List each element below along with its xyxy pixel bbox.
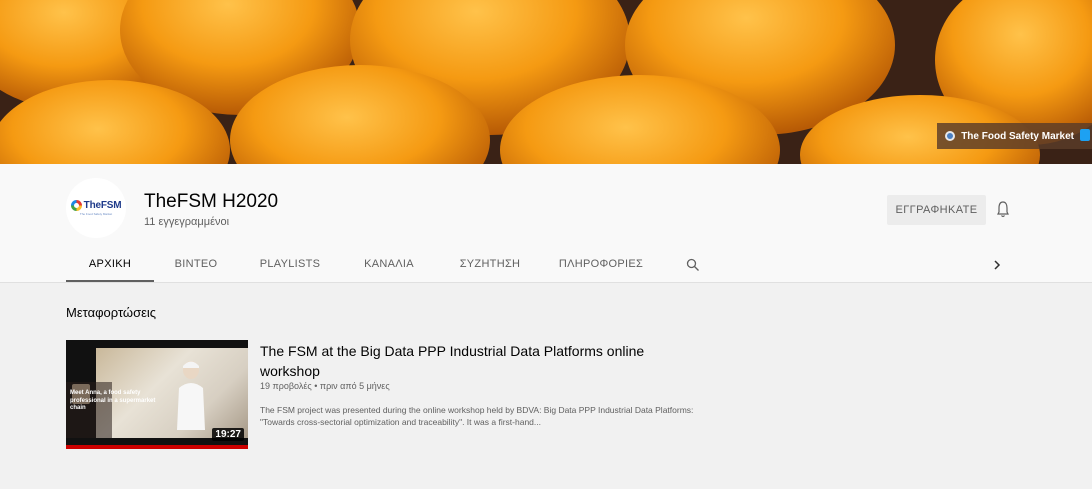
avatar-logo-subtext: The Food Safety Market <box>79 212 113 216</box>
channel-name: TheFSM H2020 <box>144 191 279 212</box>
tab-home[interactable]: ΑΡΧΙΚΗ <box>66 250 154 282</box>
video-thumbnail[interactable]: Meet Anna, a food safety professional in… <box>66 340 248 449</box>
tab-label: ΠΛΗΡΟΦΟΡΙΕΣ <box>558 258 644 270</box>
header-divider <box>0 282 1092 283</box>
tab-label: ΑΡΧΙΚΗ <box>88 258 132 270</box>
thumbnail-caption: Meet Anna, a food safety professional in… <box>70 390 156 411</box>
video-duration: 19:27 <box>212 428 244 441</box>
tab-label: ΣΥΖΗΤΗΣΗ <box>459 258 521 270</box>
search-icon[interactable] <box>686 258 700 272</box>
thumbnail-person-image <box>177 361 205 430</box>
subscribed-button[interactable]: ΕΓΓΡΑΦΗΚΑΤΕ <box>887 195 986 225</box>
video-description: The FSM project was presented during the… <box>260 405 694 427</box>
video-meta: 19 προβολές • πριν από 5 μήνες <box>260 381 390 391</box>
tab-discussion[interactable]: ΣΥΖΗΤΗΣΗ <box>452 250 528 282</box>
channel-tabs: ΑΡΧΙΚΗ ΒΙΝΤΕΟ PLAYLISTS ΚΑΝΑΛΙΑ ΣΥΖΗΤΗΣΗ… <box>0 250 1092 282</box>
tab-about[interactable]: ΠΛΗΡΟΦΟΡΙΕΣ <box>556 250 646 282</box>
tab-label: ΚΑΝΑΛΙΑ <box>364 258 414 270</box>
tab-videos[interactable]: ΒΙΝΤΕΟ <box>168 250 224 282</box>
section-title-uploads[interactable]: Μεταφορτώσεις <box>66 305 156 320</box>
fsm-logo-icon <box>70 200 82 211</box>
subscriber-count: 11 εγγεγραμμένοι <box>144 216 230 228</box>
channel-avatar[interactable]: TheFSM The Food Safety Market <box>66 178 126 238</box>
watch-progress-bar <box>66 445 248 449</box>
channel-banner: The Food Safety Market <box>0 0 1092 164</box>
channel-header: TheFSM The Food Safety Market TheFSM H20… <box>0 164 1092 282</box>
avatar-logo-text: TheFSM <box>83 200 122 211</box>
banner-website-link[interactable]: The Food Safety Market <box>937 123 1092 149</box>
twitter-icon[interactable] <box>1080 129 1090 141</box>
banner-link-label: The Food Safety Market <box>961 130 1074 142</box>
tab-label: ΒΙΝΤΕΟ <box>174 258 218 270</box>
tab-playlists[interactable]: PLAYLISTS <box>256 250 324 282</box>
oranges-banner-image <box>0 0 1092 164</box>
video-title[interactable]: The FSM at the Big Data PPP Industrial D… <box>260 341 660 381</box>
bell-icon[interactable] <box>997 198 1009 220</box>
chevron-right-icon[interactable] <box>990 258 1004 272</box>
globe-icon <box>945 131 956 141</box>
tab-channels[interactable]: ΚΑΝΑΛΙΑ <box>356 250 422 282</box>
tab-label: PLAYLISTS <box>259 258 321 270</box>
